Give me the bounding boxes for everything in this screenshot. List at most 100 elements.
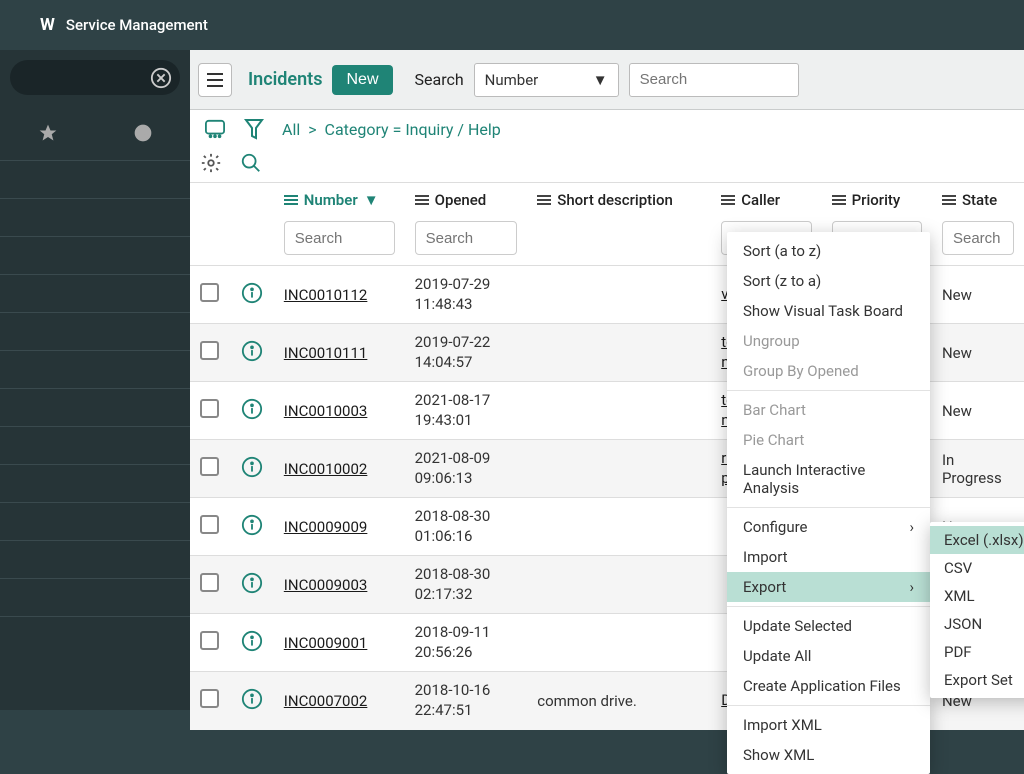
list-menu-button[interactable] <box>198 63 232 97</box>
desc-cell <box>527 324 711 382</box>
table-controls <box>190 148 1024 183</box>
col-priority[interactable]: Priority <box>822 183 932 217</box>
context-menu-item[interactable]: Show Visual Task Board <box>727 296 930 326</box>
opened-cell: 2018-10-1622:47:51 <box>405 672 528 730</box>
desc-cell <box>527 382 711 440</box>
search-input[interactable] <box>629 63 799 97</box>
context-menu-item[interactable]: Update All <box>727 641 930 671</box>
incident-number[interactable]: INC0010111 <box>284 344 368 362</box>
state-cell: New <box>932 324 1024 382</box>
context-menu-item[interactable]: Import XML <box>727 710 930 740</box>
col-caller[interactable]: Caller <box>711 183 821 217</box>
search-field-dropdown[interactable]: Number ▼ <box>474 63 619 97</box>
page-title: Incidents <box>248 69 322 90</box>
menu-icon <box>942 195 956 205</box>
col-short-description[interactable]: Short description <box>527 183 711 217</box>
breadcrumb[interactable]: All > Category = Inquiry / Help <box>282 120 501 139</box>
context-menu-item: Bar Chart <box>727 395 930 425</box>
incident-number[interactable]: INC0009001 <box>284 634 368 652</box>
left-sidebar <box>0 50 190 710</box>
header-title: Service Management <box>66 16 208 34</box>
app-header: W Service Management <box>0 0 1024 50</box>
info-icon[interactable] <box>241 282 263 304</box>
breadcrumb-bar: All > Category = Inquiry / Help <box>190 110 1024 148</box>
submenu-item[interactable]: JSON <box>930 610 1024 638</box>
activity-stream-icon[interactable] <box>204 119 226 139</box>
info-icon[interactable] <box>241 398 263 420</box>
clock-icon[interactable] <box>133 123 153 143</box>
row-checkbox[interactable] <box>200 457 219 476</box>
state-cell: New <box>932 266 1024 324</box>
opened-cell: 2021-08-1719:43:01 <box>405 382 528 440</box>
row-checkbox[interactable] <box>200 341 219 360</box>
context-menu-item[interactable]: Sort (a to z) <box>727 236 930 266</box>
desc-cell <box>527 440 711 498</box>
context-menu-item[interactable]: Sort (z to a) <box>727 266 930 296</box>
col-state[interactable]: State <box>932 183 1024 217</box>
info-icon[interactable] <box>241 514 263 536</box>
context-menu-item[interactable]: Export› <box>727 572 930 602</box>
filter-opened[interactable] <box>415 221 518 255</box>
context-menu-item[interactable]: Create Application Files <box>727 671 930 701</box>
row-checkbox[interactable] <box>200 283 219 302</box>
state-cell: In Progress <box>932 440 1024 498</box>
column-context-menu[interactable]: Sort (a to z)Sort (z to a)Show Visual Ta… <box>727 232 930 774</box>
hamburger-icon <box>206 73 224 87</box>
incident-number[interactable]: INC0009003 <box>284 576 368 594</box>
incident-number[interactable]: INC0007002 <box>284 692 368 710</box>
incident-number[interactable]: INC0010112 <box>284 286 368 304</box>
search-icon[interactable] <box>240 152 262 174</box>
row-checkbox[interactable] <box>200 399 219 418</box>
incident-number[interactable]: INC0009009 <box>284 518 368 536</box>
row-checkbox[interactable] <box>200 631 219 650</box>
dropdown-value: Number <box>485 71 539 89</box>
sort-desc-icon: ▼ <box>364 191 379 209</box>
desc-cell <box>527 614 711 672</box>
context-menu-item[interactable]: Launch Interactive Analysis <box>727 455 930 503</box>
star-icon[interactable] <box>38 123 58 143</box>
context-menu-item[interactable]: Show XML <box>727 740 930 770</box>
breadcrumb-filter[interactable]: Category = Inquiry / Help <box>325 120 501 139</box>
export-submenu[interactable]: Excel (.xlsx)CSVXMLJSONPDF›Export Set <box>930 522 1024 698</box>
row-checkbox[interactable] <box>200 689 219 708</box>
row-checkbox[interactable] <box>200 515 219 534</box>
menu-icon <box>721 195 735 205</box>
info-icon[interactable] <box>241 456 263 478</box>
submenu-item[interactable]: XML <box>930 582 1024 610</box>
submenu-item[interactable]: Export Set <box>930 666 1024 694</box>
info-icon[interactable] <box>241 630 263 652</box>
desc-cell <box>527 556 711 614</box>
col-checkbox <box>190 183 231 217</box>
row-checkbox[interactable] <box>200 573 219 592</box>
close-circle-icon[interactable] <box>150 67 172 89</box>
context-menu-item[interactable]: Import <box>727 542 930 572</box>
incident-number[interactable]: INC0010002 <box>284 460 368 478</box>
filter-state[interactable] <box>942 221 1014 255</box>
info-icon[interactable] <box>241 572 263 594</box>
filter-icon[interactable] <box>244 118 264 140</box>
gear-icon[interactable] <box>200 152 222 174</box>
sidebar-search[interactable] <box>10 60 180 95</box>
info-icon[interactable] <box>241 688 263 710</box>
chevron-right-icon: › <box>909 518 914 536</box>
state-cell: New <box>932 382 1024 440</box>
info-icon[interactable] <box>241 340 263 362</box>
new-button[interactable]: New <box>332 65 392 95</box>
main-content: Incidents New Search Number ▼ All > Cate… <box>190 50 1024 710</box>
col-opened[interactable]: Opened <box>405 183 528 217</box>
filter-number[interactable] <box>284 221 395 255</box>
incident-number[interactable]: INC0010003 <box>284 402 368 420</box>
submenu-item[interactable]: Excel (.xlsx) <box>930 526 1024 554</box>
opened-cell: 2019-07-2911:48:43 <box>405 266 528 324</box>
context-menu-item[interactable]: Configure› <box>727 512 930 542</box>
opened-cell: 2018-09-1120:56:26 <box>405 614 528 672</box>
breadcrumb-all[interactable]: All <box>282 120 300 139</box>
context-menu-item: Pie Chart <box>727 425 930 455</box>
chevron-down-icon: ▼ <box>593 71 608 89</box>
opened-cell: 2019-07-2214:04:57 <box>405 324 528 382</box>
context-menu-item[interactable]: Update Selected <box>727 611 930 641</box>
submenu-item[interactable]: CSV <box>930 554 1024 582</box>
submenu-item[interactable]: PDF› <box>930 638 1024 666</box>
col-number[interactable]: Number▼ <box>274 183 405 217</box>
opened-cell: 2021-08-0909:06:13 <box>405 440 528 498</box>
